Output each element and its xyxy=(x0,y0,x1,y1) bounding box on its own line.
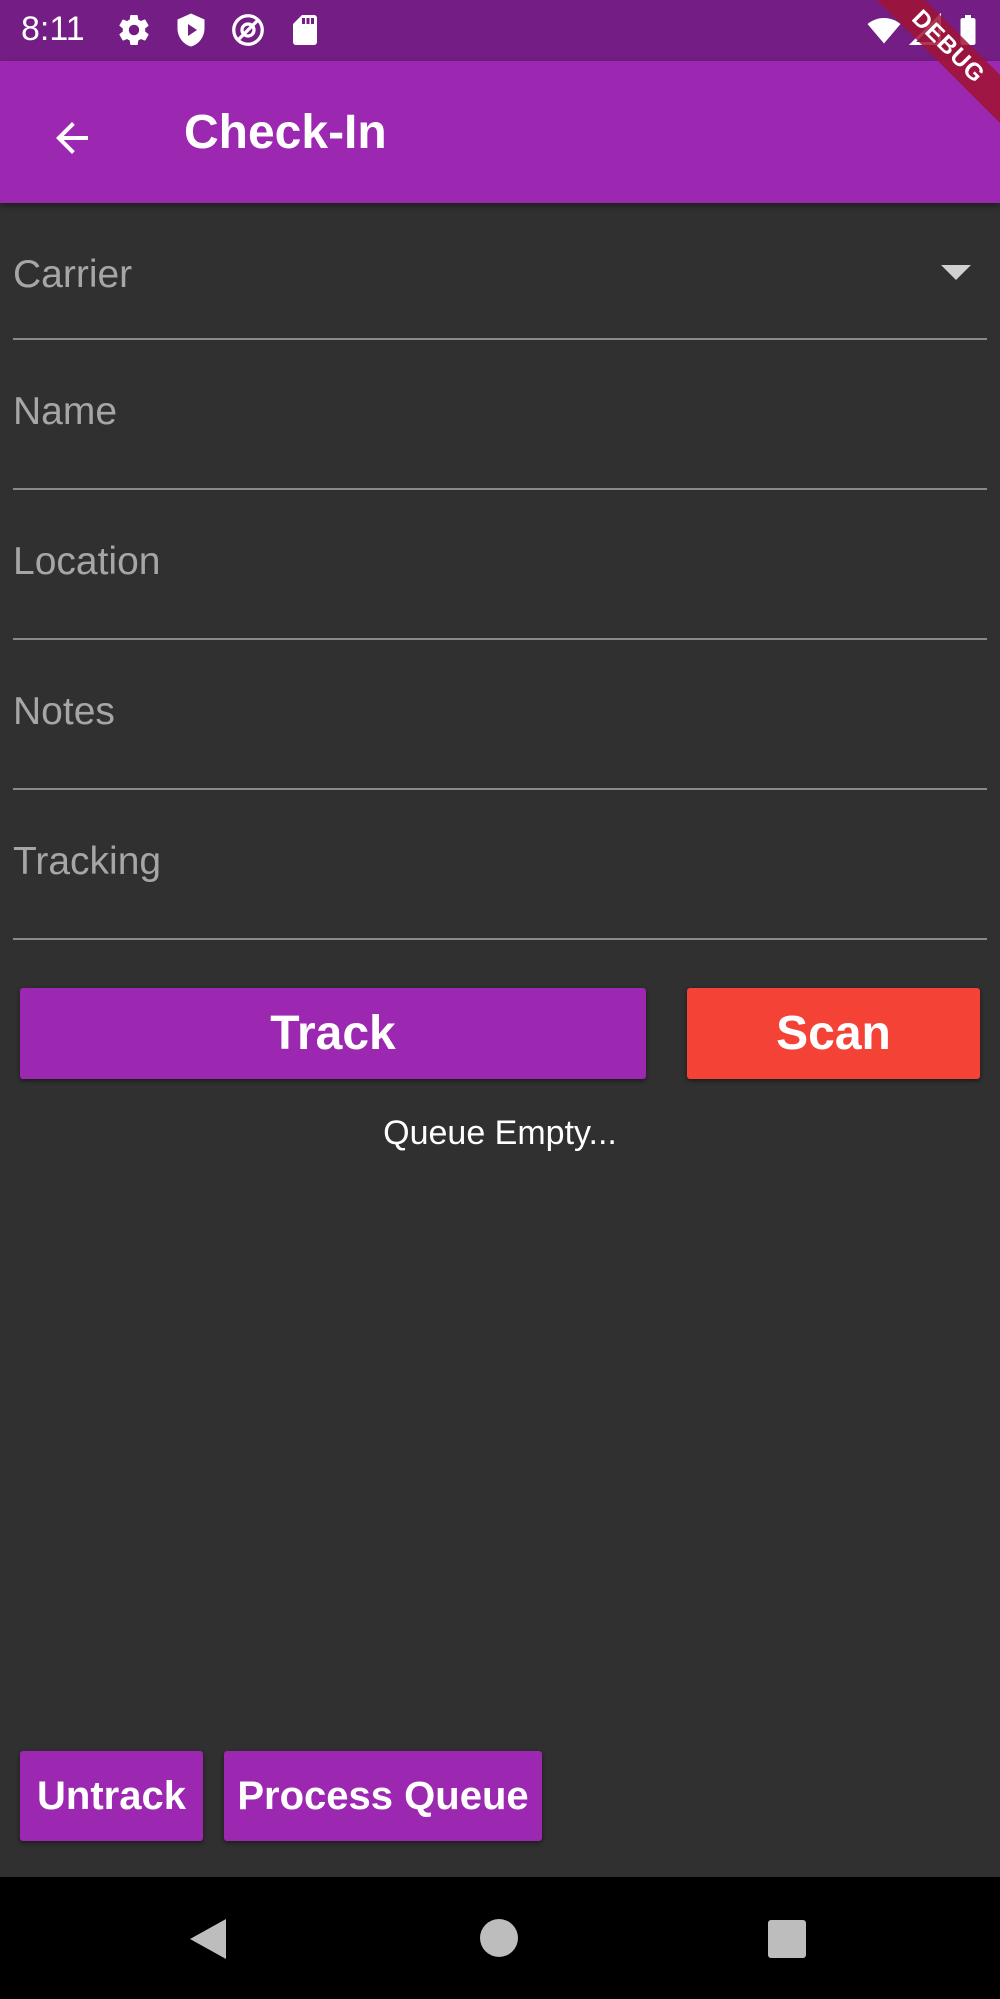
location-label: Location xyxy=(13,540,161,583)
name-field[interactable]: Name xyxy=(13,338,987,490)
back-button[interactable] xyxy=(30,96,114,180)
queue-status: Queue Empty... xyxy=(383,1114,617,1152)
notes-field[interactable]: Notes xyxy=(13,638,987,790)
home-icon[interactable] xyxy=(479,1918,519,1958)
name-label: Name xyxy=(13,390,118,433)
settings-icon xyxy=(119,15,149,46)
track-button[interactable]: Track xyxy=(20,988,646,1079)
page-title: Check-In xyxy=(184,106,387,159)
carrier-dropdown[interactable]: Carrier xyxy=(13,203,987,340)
arrow-back-icon xyxy=(56,122,88,154)
untrack-button[interactable]: Untrack xyxy=(20,1751,203,1841)
back-icon[interactable] xyxy=(188,1917,228,1961)
shield-icon xyxy=(177,13,205,47)
tracking-field[interactable]: Tracking xyxy=(13,788,987,940)
process-queue-button[interactable]: Process Queue xyxy=(224,1751,542,1841)
carrier-label: Carrier xyxy=(13,253,133,296)
system-nav-bar xyxy=(0,1877,1000,1999)
notes-label: Notes xyxy=(13,690,115,733)
status-time: 8:11 xyxy=(21,10,85,48)
tracking-label: Tracking xyxy=(13,840,162,883)
recents-icon[interactable] xyxy=(767,1919,807,1959)
dropdown-arrow-icon xyxy=(941,265,971,280)
at-sign-icon xyxy=(232,14,264,46)
debug-banner: DEBUG xyxy=(840,0,1000,160)
sd-card-icon xyxy=(293,15,317,45)
scan-button[interactable]: Scan xyxy=(687,988,980,1079)
debug-banner-label: DEBUG xyxy=(858,0,1000,137)
location-field[interactable]: Location xyxy=(13,488,987,640)
